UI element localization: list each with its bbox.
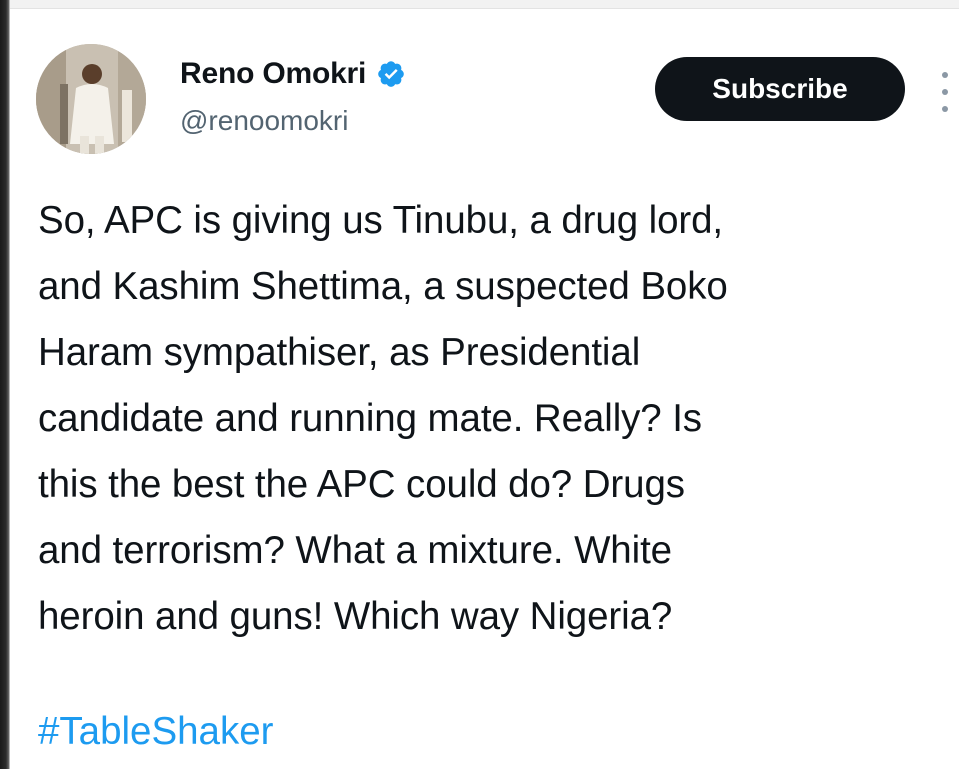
author-display-name[interactable]: Reno Omokri — [180, 57, 366, 91]
avatar[interactable] — [36, 44, 146, 154]
tweet-line: and terrorism? What a mixture. White — [38, 529, 672, 572]
more-dot — [942, 89, 948, 95]
tweet-line: So, APC is giving us Tinubu, a drug lord… — [38, 199, 724, 242]
hashtag-link[interactable]: #TableShaker — [38, 710, 273, 754]
tweet-line: Haram sympathiser, as Presidential — [38, 331, 641, 374]
more-dot — [942, 106, 948, 112]
tweet-line: candidate and running mate. Really? Is — [38, 397, 702, 440]
tweet-line: and Kashim Shettima, a suspected Boko — [38, 265, 728, 308]
tweet-line: this the best the APC could do? Drugs — [38, 463, 685, 506]
tweet-card: Reno Omokri @renoomokri Subscribe So, AP… — [0, 0, 959, 769]
verified-badge-icon — [376, 59, 406, 89]
tweet-line: heroin and guns! Which way Nigeria? — [38, 595, 673, 638]
author-handle[interactable]: @renoomokri — [180, 105, 348, 137]
top-edge — [0, 0, 959, 9]
author-name-row: Reno Omokri — [180, 56, 406, 92]
more-dot — [942, 72, 948, 78]
subscribe-button[interactable]: Subscribe — [655, 57, 905, 121]
tweet-text: So, APC is giving us Tinubu, a drug lord… — [38, 188, 959, 650]
left-edge — [0, 0, 10, 769]
avatar-image — [36, 44, 146, 154]
more-options-icon[interactable] — [938, 72, 952, 112]
